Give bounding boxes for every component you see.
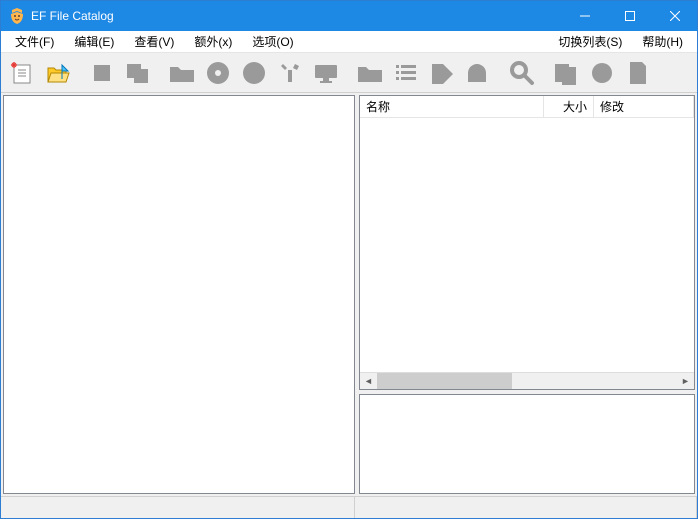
toolbar-circle-button[interactable] (585, 56, 619, 90)
toolbar-search-button[interactable] (505, 56, 539, 90)
scroll-left-button[interactable]: ◄ (360, 373, 377, 390)
menu-edit[interactable]: 编辑(E) (64, 31, 124, 52)
columns-header: 名称 大小 修改 (360, 96, 694, 118)
minimize-button[interactable] (562, 1, 607, 31)
menubar: 文件(F) 编辑(E) 查看(V) 额外(x) 选项(O) 切换列表(S) 帮助… (1, 31, 697, 53)
list-pane[interactable]: 名称 大小 修改 ◄ ► (359, 95, 695, 390)
toolbar-disc-button[interactable] (237, 56, 271, 90)
toolbar-stop-button[interactable] (85, 56, 119, 90)
menu-extra[interactable]: 额外(x) (184, 31, 242, 52)
status-left (1, 497, 355, 518)
list-body[interactable] (360, 118, 694, 372)
menu-view[interactable]: 查看(V) (124, 31, 184, 52)
toolbar-tools-button[interactable] (273, 56, 307, 90)
toolbar-folder-button[interactable] (353, 56, 387, 90)
status-right (355, 497, 697, 518)
scroll-track[interactable] (377, 373, 677, 390)
toolbar-copy-button[interactable] (121, 56, 155, 90)
close-button[interactable] (652, 1, 697, 31)
main-window: EF File Catalog 文件(F) 编辑(E) 查看(V) 额外(x) … (0, 0, 698, 519)
toolbar-open-button[interactable] (41, 56, 75, 90)
toolbar-new-catalog-button[interactable] (5, 56, 39, 90)
column-modified[interactable]: 修改 (594, 96, 694, 117)
window-title: EF File Catalog (31, 9, 562, 23)
scroll-thumb[interactable] (377, 373, 512, 390)
menu-options[interactable]: 选项(O) (242, 31, 303, 52)
toolbar-label-button[interactable] (461, 56, 495, 90)
horizontal-scrollbar[interactable]: ◄ ► (360, 372, 694, 389)
menu-help[interactable]: 帮助(H) (632, 31, 693, 52)
toolbar-tag-button[interactable] (425, 56, 459, 90)
menu-switch-list[interactable]: 切换列表(S) (548, 31, 632, 52)
window-controls (562, 1, 697, 31)
tree-pane[interactable] (3, 95, 355, 494)
toolbar (1, 53, 697, 93)
toolbar-scan-folder-button[interactable] (165, 56, 199, 90)
column-size[interactable]: 大小 (544, 96, 594, 117)
column-name[interactable]: 名称 (360, 96, 544, 117)
toolbar-sheets-button[interactable] (549, 56, 583, 90)
content-area: 名称 大小 修改 ◄ ► (1, 93, 697, 496)
statusbar (1, 496, 697, 518)
toolbar-scan-disc-button[interactable] (201, 56, 235, 90)
details-pane[interactable] (359, 394, 695, 494)
toolbar-page-button[interactable] (621, 56, 655, 90)
menu-file[interactable]: 文件(F) (5, 31, 64, 52)
toolbar-list-button[interactable] (389, 56, 423, 90)
right-column: 名称 大小 修改 ◄ ► (359, 95, 695, 494)
maximize-button[interactable] (607, 1, 652, 31)
scroll-right-button[interactable]: ► (677, 373, 694, 390)
titlebar[interactable]: EF File Catalog (1, 1, 697, 31)
app-icon (9, 8, 25, 24)
toolbar-display-button[interactable] (309, 56, 343, 90)
